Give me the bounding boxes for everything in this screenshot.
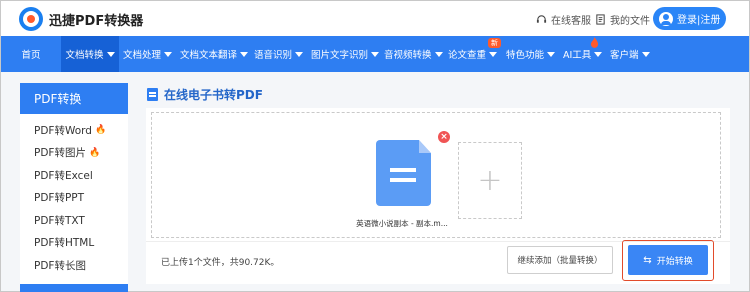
brand-name[interactable]: 迅捷PDF转换器 <box>49 10 143 29</box>
user-avatar-icon <box>659 11 673 26</box>
customer-service-link[interactable]: 在线客服 <box>536 12 591 27</box>
page-title-text: 在线电子书转PDF <box>164 88 263 102</box>
add-file-button[interactable]: + <box>458 142 522 219</box>
my-files-label: 我的文件 <box>610 16 650 27</box>
sidebar-item-label: PDF转TXT <box>34 214 85 227</box>
file-dropzone[interactable]: × 英语微小说副本 - 副本.m... + <box>151 112 721 238</box>
nav-item-label: 文档文本翻译 <box>180 50 238 61</box>
sidebar-item-label: PDF转HTML <box>34 237 95 250</box>
flame-icon: 🔥 <box>88 147 101 158</box>
nav-item-label: AI工具 <box>563 50 592 61</box>
chevron-down-icon <box>295 51 304 57</box>
nav-item-doc-convert[interactable]: 文档转换 <box>61 36 119 72</box>
top-header: 迅捷PDF转换器 在线客服 我的文件 登录|注册 <box>1 1 749 36</box>
main-nav: 首页 文档转换 文档处理 文档文本翻译 语音识别 图片文字识别 音视频转换 论文… <box>1 36 749 72</box>
headset-icon <box>536 15 547 23</box>
nav-item-ocr[interactable]: 图片文字识别 <box>311 36 380 72</box>
nav-item-client[interactable]: 客户端 <box>610 36 650 72</box>
nav-item-home[interactable]: 首页 <box>1 36 61 72</box>
chevron-down-icon <box>240 51 249 57</box>
flame-icon <box>590 37 599 48</box>
chevron-down-icon <box>594 51 603 57</box>
nav-item-label: 客户端 <box>610 50 639 61</box>
login-register-button[interactable]: 登录|注册 <box>653 7 726 30</box>
file-fold-corner <box>419 140 431 153</box>
nav-item-translate[interactable]: 文档文本翻译 <box>180 36 249 72</box>
sidebar-item-label: PDF转长图 <box>34 259 86 272</box>
chevron-down-icon <box>489 51 498 57</box>
sidebar-item-pdf-to-ppt[interactable]: PDF转PPT <box>20 187 128 210</box>
sidebar-item-label: PDF转PPT <box>34 192 85 205</box>
new-badge: 新 <box>488 38 501 48</box>
document-icon <box>147 88 158 101</box>
sidebar-item-pdf-to-html[interactable]: PDF转HTML <box>20 232 128 255</box>
chevron-down-icon <box>641 51 650 57</box>
swap-icon: ⇆ <box>643 254 652 266</box>
file-list-icon <box>596 14 605 25</box>
sidebar-next-section[interactable] <box>20 284 128 292</box>
nav-item-doc-process[interactable]: 文档处理 <box>123 36 173 72</box>
plus-icon: + <box>477 163 503 198</box>
nav-item-label: 论文查重 <box>448 50 487 61</box>
sidebar-item-label: PDF转Word <box>34 124 92 137</box>
chevron-down-icon <box>434 51 443 57</box>
sidebar-item-pdf-to-long-image[interactable]: PDF转长图 <box>20 254 128 277</box>
upload-panel: × 英语微小说副本 - 副本.m... + 已上传1个文件，共90.72K。 继… <box>146 108 730 284</box>
chevron-down-icon <box>371 51 380 57</box>
nav-item-label: 文档转换 <box>65 50 104 61</box>
nav-item-label: 图片文字识别 <box>311 50 369 61</box>
sidebar-item-pdf-to-word[interactable]: PDF转Word 🔥 <box>20 119 128 142</box>
sidebar-item-pdf-to-txt[interactable]: PDF转TXT <box>20 209 128 232</box>
nav-item-label: 文档处理 <box>123 50 162 61</box>
login-label: 登录|注册 <box>677 15 721 26</box>
chevron-down-icon <box>106 51 115 57</box>
flame-icon: 🔥 <box>94 125 107 136</box>
sidebar-title: PDF转换 <box>20 83 128 114</box>
customer-service-label: 在线客服 <box>551 16 591 27</box>
sidebar-item-pdf-to-image[interactable]: PDF转图片 🔥 <box>20 142 128 165</box>
nav-item-features[interactable]: 特色功能 <box>506 36 556 72</box>
page-title: 在线电子书转PDF <box>147 86 263 103</box>
continue-add-button[interactable]: 继续添加（批量转换） <box>507 246 613 274</box>
nav-item-label: 语音识别 <box>254 50 293 61</box>
nav-item-av-convert[interactable]: 音视频转换 <box>384 36 443 72</box>
nav-item-label: 音视频转换 <box>384 50 432 61</box>
uploaded-file-name: 英语微小说副本 - 副本.m... <box>356 219 448 228</box>
nav-item-label: 特色功能 <box>506 50 545 61</box>
my-files-link[interactable]: 我的文件 <box>595 12 650 27</box>
brand-logo-icon[interactable] <box>19 7 43 31</box>
sidebar: PDF转换 PDF转Word 🔥 PDF转图片 🔥 PDF转Excel PDF转PP… <box>20 83 128 292</box>
sidebar-item-label: PDF转图片 <box>34 147 86 160</box>
remove-file-icon[interactable]: × <box>438 131 450 143</box>
chevron-down-icon <box>164 51 173 57</box>
start-convert-button[interactable]: ⇆ 开始转换 <box>628 245 708 275</box>
nav-item-speech[interactable]: 语音识别 <box>254 36 304 72</box>
sidebar-item-label: PDF转Excel <box>34 169 93 182</box>
sidebar-item-pdf-to-excel[interactable]: PDF转Excel <box>20 164 128 187</box>
nav-item-label: 首页 <box>21 50 41 61</box>
chevron-down-icon <box>547 51 556 57</box>
start-convert-label: 开始转换 <box>656 256 693 267</box>
upload-status: 已上传1个文件，共90.72K。 <box>161 258 280 268</box>
